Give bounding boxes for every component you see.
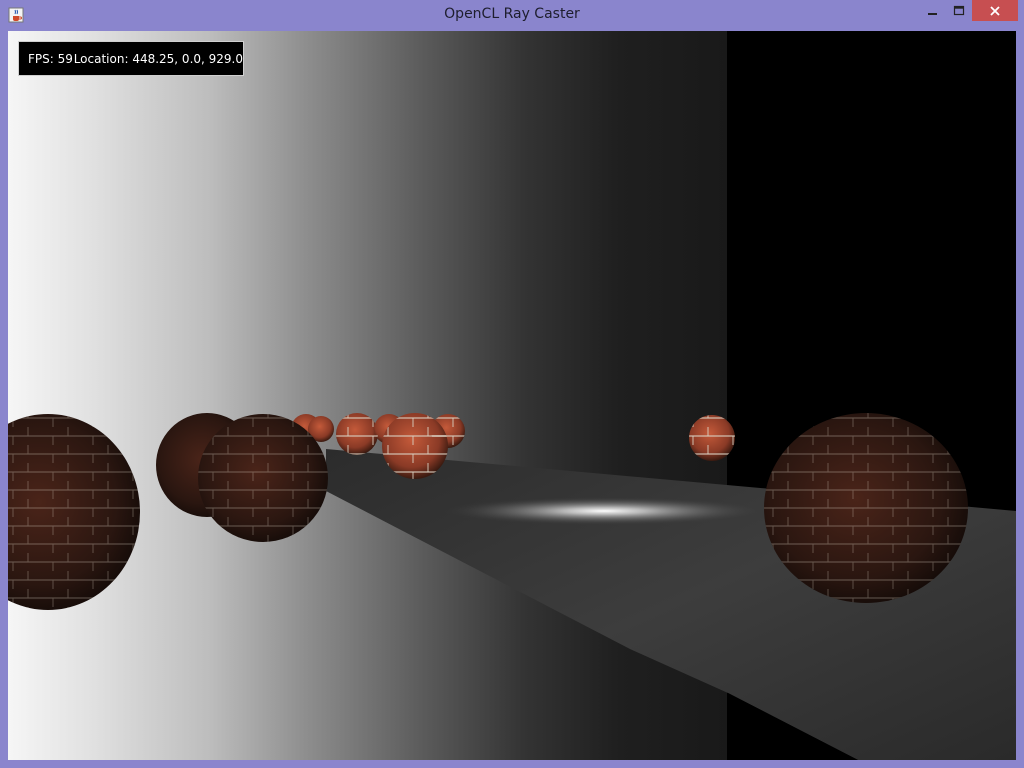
maximize-button[interactable] xyxy=(946,0,972,22)
close-button[interactable] xyxy=(972,0,1018,21)
title-bar[interactable]: OpenCL Ray Caster xyxy=(0,0,1024,30)
close-icon xyxy=(990,5,1000,16)
hud-overlay: FPS: 59 Location: 448.25, 0.0, 929.0 xyxy=(18,41,244,76)
render-viewport[interactable]: FPS: 59 Location: 448.25, 0.0, 929.0 xyxy=(8,31,1016,760)
location-readout: Location: 448.25, 0.0, 929.0 xyxy=(73,51,243,66)
app-window: OpenCL Ray Caster FPS: 59 Location: 448.… xyxy=(0,0,1024,768)
window-title: OpenCL Ray Caster xyxy=(444,6,580,22)
floor-light-spot xyxy=(444,497,764,525)
fps-readout: FPS: 59 xyxy=(28,51,73,66)
maximize-icon xyxy=(953,5,965,16)
minimize-button[interactable] xyxy=(920,0,946,22)
minimize-icon xyxy=(928,13,937,15)
scene-graphics xyxy=(8,413,1016,760)
